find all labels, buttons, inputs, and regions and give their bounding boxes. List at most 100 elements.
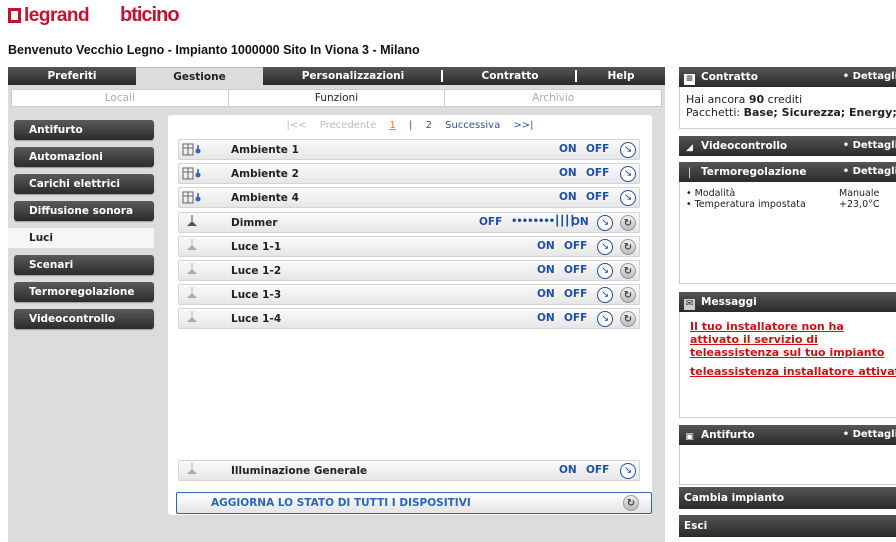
subtab-locali[interactable]: Locali	[12, 90, 229, 106]
dimmer-level-slider[interactable]: ••••••••┃┃┃┃	[511, 216, 575, 227]
off-button[interactable]: OFF	[564, 288, 587, 300]
pager-page-1[interactable]: 1	[389, 120, 395, 131]
sub-tabs-inner: Locali Funzioni Archivio	[11, 89, 662, 107]
device-row-ambiente-1: Ambiente 1 ON OFF ↘	[178, 139, 640, 160]
tab-label: Help	[607, 70, 635, 82]
menu-scenari[interactable]: Scenari	[14, 255, 154, 275]
dial-icon[interactable]: ↘	[597, 311, 613, 327]
dial-icon[interactable]: ↘	[620, 463, 636, 479]
lamp-icon	[181, 462, 203, 479]
on-button[interactable]: ON	[559, 191, 577, 203]
on-button[interactable]: ON	[537, 312, 555, 324]
thermometer-icon: │	[686, 169, 693, 179]
sub-tabs: Locali Funzioni Archivio	[8, 87, 665, 109]
videocontrollo-details-link[interactable]: • Dettagli	[843, 140, 896, 151]
menu-diffusione-sonora[interactable]: Diffusione sonora	[14, 201, 154, 221]
refresh-icon[interactable]: ↻	[620, 239, 636, 255]
subtab-funzioni[interactable]: Funzioni	[229, 90, 446, 106]
contratto-title: Contratto	[701, 71, 758, 83]
dial-icon[interactable]: ↘	[620, 166, 636, 182]
credits-value: 90	[748, 93, 765, 106]
dial-icon[interactable]: ↘	[597, 287, 613, 303]
off-button[interactable]: OFF	[586, 167, 609, 179]
tab-personalizzazioni[interactable]: Personalizzazioni	[263, 67, 443, 85]
on-button[interactable]: ON	[537, 288, 555, 300]
on-button[interactable]: ON	[559, 143, 577, 155]
termoregolazione-title: Termoregolazione	[701, 166, 807, 178]
tab-label: Personalizzazioni	[301, 70, 405, 82]
device-row-dimmer: Dimmer OFF ••••••••┃┃┃┃ ON ↘ ↻	[178, 212, 640, 233]
tab-help[interactable]: Help	[577, 67, 665, 85]
device-name: Luce 1-1	[231, 241, 282, 253]
refresh-icon[interactable]: ↻	[620, 263, 636, 279]
lamp-icon	[181, 262, 203, 279]
on-button[interactable]: ON	[537, 264, 555, 276]
tab-contratto[interactable]: Contratto	[443, 67, 577, 85]
pager-last[interactable]: >>|	[513, 120, 533, 131]
temperature-line: • Temperatura impostata +23,0°C	[686, 199, 896, 210]
refresh-icon[interactable]: ↻	[620, 311, 636, 327]
mode-label: • Modalità	[686, 188, 736, 199]
contratto-details-link[interactable]: • Dettagli	[843, 71, 896, 82]
off-button[interactable]: OFF	[586, 464, 609, 476]
menu-luci[interactable]: Luci	[8, 228, 154, 248]
dial-icon[interactable]: ↘	[597, 239, 613, 255]
contratto-box: Hai ancora 90 crediti Pacchetti: Base; S…	[679, 87, 896, 129]
lock-icon: ▣	[685, 432, 694, 442]
termoregolazione-details-link[interactable]: • Dettagli	[843, 166, 896, 177]
dial-icon[interactable]: ↘	[620, 190, 636, 206]
on-button[interactable]: ON	[537, 240, 555, 252]
on-button[interactable]: ON	[559, 464, 577, 476]
device-row-luce-1-1: Luce 1-1 ON OFF ↘ ↻	[178, 236, 640, 257]
document-icon: ≡	[684, 74, 695, 85]
refresh-icon: ↻	[623, 495, 639, 511]
device-name: Illuminazione Generale	[231, 465, 368, 477]
device-row-luce-1-2: Luce 1-2 ON OFF ↘ ↻	[178, 260, 640, 281]
antifurto-title: Antifurto	[701, 429, 755, 441]
pagination: |<< Precedente 1 | 2 Successiva >>|	[168, 120, 652, 131]
on-button[interactable]: ON	[559, 167, 577, 179]
thermostat-icon	[181, 141, 203, 158]
dial-icon[interactable]: ↘	[597, 215, 613, 231]
subtab-archivio[interactable]: Archivio	[445, 90, 661, 106]
device-name: Luce 1-3	[231, 289, 282, 301]
dial-icon[interactable]: ↘	[620, 142, 636, 158]
tab-preferiti[interactable]: Preferiti	[8, 67, 136, 85]
device-name: Ambiente 2	[231, 168, 299, 180]
message-teleassistenza-inactive[interactable]: Il tuo installatore non ha attivato il s…	[690, 320, 890, 359]
esci-button[interactable]: Esci	[679, 515, 896, 537]
menu-antifurto[interactable]: Antifurto	[14, 120, 154, 140]
menu-automazioni[interactable]: Automazioni	[14, 147, 154, 167]
device-row-luce-1-3: Luce 1-3 ON OFF ↘ ↻	[178, 284, 640, 305]
credits-line: Hai ancora 90 crediti	[686, 93, 896, 106]
off-button[interactable]: OFF	[586, 143, 609, 155]
tab-gestione[interactable]: Gestione	[136, 67, 263, 85]
off-button[interactable]: OFF	[564, 312, 587, 324]
cambia-impianto-button[interactable]: Cambia impianto	[679, 487, 896, 509]
bticino-logo: bticino	[120, 4, 180, 26]
device-row-ambiente-4: Ambiente 4 ON OFF ↘	[178, 187, 640, 208]
off-button[interactable]: OFF	[564, 240, 587, 252]
off-button[interactable]: OFF	[564, 264, 587, 276]
off-button[interactable]: OFF	[479, 216, 502, 228]
menu-videocontrollo[interactable]: Videocontrollo	[14, 309, 154, 329]
refresh-icon[interactable]: ↻	[620, 215, 636, 231]
off-button[interactable]: OFF	[586, 191, 609, 203]
pager-page-2[interactable]: 2	[426, 120, 432, 131]
refresh-icon[interactable]: ↻	[620, 287, 636, 303]
menu-carichi-elettrici[interactable]: Carichi elettrici	[14, 174, 154, 194]
antifurto-details-link[interactable]: • Dettagli	[843, 429, 896, 440]
legrand-logo: legrand	[8, 5, 90, 27]
update-all-button[interactable]: AGGIORNA LO STATO DI TUTTI I DISPOSITIVI…	[176, 492, 652, 514]
tab-label: Contratto	[481, 70, 539, 82]
lamp-icon	[181, 286, 203, 303]
message-teleassistenza-active[interactable]: teleassistenza installatore attivata	[690, 365, 896, 378]
on-button[interactable]: ON	[571, 216, 589, 228]
camera-icon: ◢	[686, 143, 693, 153]
antifurto-box	[679, 445, 896, 485]
pager-next[interactable]: Successiva	[445, 120, 500, 131]
antifurto-header: ▣ Antifurto • Dettagli	[679, 425, 896, 445]
menu-termoregolazione[interactable]: Termoregolazione	[14, 282, 154, 302]
device-row-luce-1-4: Luce 1-4 ON OFF ↘ ↻	[178, 308, 640, 329]
dial-icon[interactable]: ↘	[597, 263, 613, 279]
